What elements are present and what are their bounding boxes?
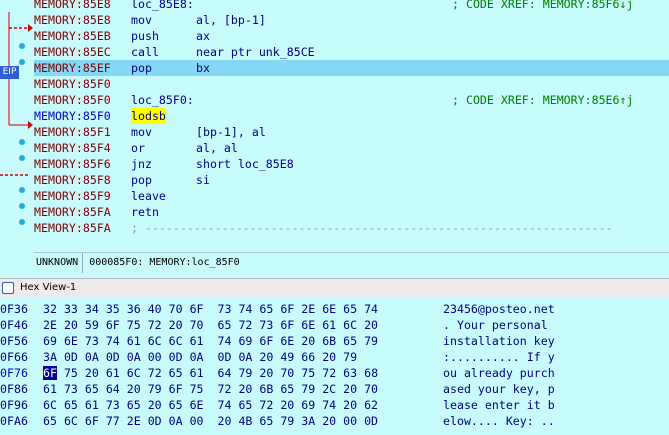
- operands: si: [196, 173, 210, 187]
- hex-bytes[interactable]: 2E 20 59 6F 75 72 20 70 65 72 73 6F 6E 6…: [43, 317, 378, 333]
- hex-view-icon: [2, 282, 14, 294]
- code-line[interactable]: MEMORY:85FA ; ---------------------------…: [34, 220, 669, 236]
- hex-ascii[interactable]: elow.... Key: ..: [443, 413, 555, 429]
- hex-ascii[interactable]: 23456@posteo.net: [443, 301, 555, 317]
- mnemonic: jnz: [131, 157, 152, 171]
- code-line[interactable]: MEMORY:85F0 loc_85F0: ; CODE XREF: MEMORY:…: [34, 92, 669, 108]
- line-address: MEMORY:85EC: [34, 45, 111, 59]
- hex-bytes[interactable]: 32 33 34 35 36 40 70 6F 73 74 65 6F 2E 6…: [43, 301, 378, 317]
- hex-ascii[interactable]: :.......... If y: [443, 349, 555, 365]
- line-address: MEMORY:85F8: [34, 173, 111, 187]
- code-line[interactable]: MEMORY:85F4 or al, al: [34, 140, 669, 156]
- line-address: MEMORY:85F6: [34, 157, 111, 171]
- line-address: MEMORY:85E8: [34, 13, 111, 27]
- mnemonic: or: [131, 141, 145, 155]
- separator-comment: ; --------------------------------------…: [131, 221, 613, 235]
- xref-comment[interactable]: ; CODE XREF: MEMORY:85F6↓j: [452, 0, 633, 12]
- hex-bytes[interactable]: 6F 75 20 61 6C 72 65 61 64 79 20 70 75 7…: [43, 365, 378, 381]
- hex-address: 0F46: [0, 318, 28, 332]
- line-address: MEMORY:85F0: [34, 77, 111, 91]
- hex-ascii[interactable]: installation key: [443, 333, 555, 349]
- disassembly-view[interactable]: EIP MEMORY:85E8 loc_85E8: ; CODE XREF: MEM…: [0, 0, 669, 252]
- hex-address: 0F36: [0, 302, 28, 316]
- hex-bytes-rest[interactable]: 75 20 61 6C 72 65 61 64 79 20 70 75 72 6…: [57, 366, 378, 380]
- hex-address: 0F56: [0, 334, 28, 348]
- hex-bytes[interactable]: 69 6E 73 74 61 6C 6C 61 74 69 6F 6E 20 6…: [43, 333, 378, 349]
- mnemonic: push: [131, 29, 159, 43]
- line-address: MEMORY:85FA: [34, 205, 111, 219]
- mnemonic: call: [131, 45, 159, 59]
- hex-view-title[interactable]: Hex View-1: [20, 279, 76, 297]
- mnemonic-selected[interactable]: lodsb: [131, 108, 166, 124]
- code-line[interactable]: MEMORY:85F0 lodsb: [34, 108, 669, 124]
- hex-view[interactable]: 0F36 32 33 34 35 36 40 70 6F 73 74 65 6F …: [0, 297, 669, 435]
- hex-address: 0F66: [0, 350, 28, 364]
- code-line[interactable]: MEMORY:85EB push ax: [34, 28, 669, 44]
- hex-ascii[interactable]: lease enter it b: [443, 397, 555, 413]
- operands: ax: [196, 29, 210, 43]
- hex-ascii[interactable]: . Your personal: [443, 317, 555, 333]
- code-line[interactable]: MEMORY:85E8 loc_85E8: ; CODE XREF: MEMORY:…: [34, 0, 669, 12]
- hex-bytes[interactable]: 6C 65 61 73 65 20 65 6E 74 65 72 20 69 7…: [43, 397, 378, 413]
- code-line[interactable]: MEMORY:85F8 pop si: [34, 172, 669, 188]
- operands[interactable]: near ptr unk_85CE: [196, 44, 315, 60]
- hex-address: 0F86: [0, 382, 28, 396]
- code-line[interactable]: MEMORY:85E8 mov al, [bp-1]: [34, 12, 669, 28]
- mnemonic: retn: [131, 205, 159, 219]
- hex-address: 0F96: [0, 398, 28, 412]
- hex-bytes[interactable]: 61 73 65 64 20 79 6F 75 72 20 6B 65 79 2…: [43, 381, 378, 397]
- code-label[interactable]: loc_85F0:: [131, 92, 194, 108]
- mnemonic: pop: [131, 173, 152, 187]
- code-line[interactable]: MEMORY:85F9 leave: [34, 188, 669, 204]
- mnemonic: leave: [131, 189, 166, 203]
- line-address: MEMORY:85E8: [34, 0, 111, 11]
- code-line[interactable]: MEMORY:85F6 jnz short loc_85E8: [34, 156, 669, 172]
- code-line[interactable]: MEMORY:85F0: [34, 76, 669, 92]
- branch-arrows: [0, 12, 33, 225]
- xref-comment[interactable]: ; CODE XREF: MEMORY:85E6↑j: [452, 92, 633, 108]
- hex-bytes[interactable]: 3A 0D 0A 0D 0A 00 0D 0A 0D 0A 20 49 66 2…: [43, 349, 357, 365]
- line-address: MEMORY:85F0: [34, 93, 111, 107]
- hex-cursor[interactable]: 6F: [43, 366, 57, 380]
- line-address: MEMORY:85F4: [34, 141, 111, 155]
- line-address: MEMORY:85FA: [34, 221, 111, 235]
- hex-ascii[interactable]: ased your key, p: [443, 381, 555, 397]
- current-location: 000085F0: MEMORY:loc_85F0: [89, 257, 240, 268]
- hex-address: 0FA6: [0, 414, 28, 428]
- code-line[interactable]: MEMORY:85EC call near ptr unk_85CE: [34, 44, 669, 60]
- hex-address: 0F76: [0, 366, 28, 380]
- line-address: MEMORY:85F1: [34, 125, 111, 139]
- line-address: MEMORY:85EB: [34, 29, 111, 43]
- disasm-status-bar: UNKNOWN 000085F0: MEMORY:loc_85F0: [34, 252, 669, 273]
- mnemonic: mov: [131, 13, 152, 27]
- hex-ascii[interactable]: ou already purch: [443, 365, 555, 381]
- mnemonic: pop: [131, 61, 152, 75]
- operands: bx: [196, 61, 210, 75]
- code-label[interactable]: loc_85E8:: [131, 0, 194, 12]
- operands: [bp-1], al: [196, 125, 266, 139]
- line-address: MEMORY:85F0: [34, 109, 111, 123]
- hex-view-tab[interactable]: Hex View-1: [0, 278, 669, 298]
- code-line[interactable]: MEMORY:85FA retn: [34, 204, 669, 220]
- operands: al, al: [196, 141, 238, 155]
- segment-type: UNKNOWN: [34, 253, 84, 273]
- code-line-current[interactable]: MEMORY:85EF pop bx: [34, 60, 669, 76]
- code-line[interactable]: MEMORY:85F1 mov [bp-1], al: [34, 124, 669, 140]
- eip-marker: EIP: [0, 66, 19, 79]
- operands: al, [bp-1]: [196, 13, 266, 27]
- line-address: MEMORY:85F9: [34, 189, 111, 203]
- line-address: MEMORY:85EF: [34, 61, 111, 75]
- operands[interactable]: short loc_85E8: [196, 156, 294, 172]
- mnemonic: mov: [131, 125, 152, 139]
- hex-bytes[interactable]: 65 6C 6F 77 2E 0D 0A 00 20 4B 65 79 3A 2…: [43, 413, 378, 429]
